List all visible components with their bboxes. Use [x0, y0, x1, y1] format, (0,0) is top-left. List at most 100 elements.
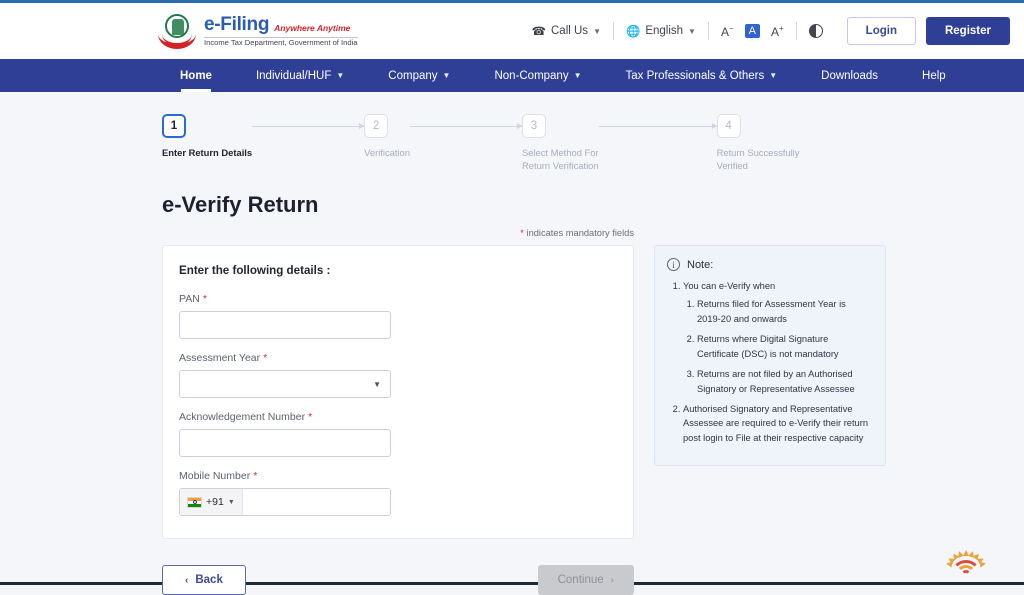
- note-subitem: Returns filed for Assessment Year is 201…: [697, 297, 871, 327]
- aadhaar-logo-icon: [944, 549, 988, 583]
- assessment-year-select[interactable]: ▼: [179, 370, 391, 399]
- stepper-step-2: 2 Verification: [364, 114, 410, 160]
- step-number-badge: 1: [162, 114, 186, 138]
- nav-item-label: Help: [922, 69, 946, 82]
- page-content: 1 Enter Return Details 2 Verification 3 Selec…: [0, 92, 1024, 595]
- step-label: Return Successfully Verified: [716, 147, 800, 171]
- nav-item-home[interactable]: Home: [158, 59, 234, 92]
- chevron-down-icon: ▼: [373, 379, 381, 389]
- call-us-label: Call Us: [551, 25, 589, 37]
- note-item: You can e-Verify when Returns filed for A…: [683, 279, 871, 396]
- mobile-number-input[interactable]: [242, 489, 390, 516]
- contrast-toggle[interactable]: [797, 24, 835, 38]
- note-list: You can e-Verify when Returns filed for A…: [667, 279, 871, 446]
- nav-item-tax-professionals-others[interactable]: Tax Professionals & Others ▼: [604, 59, 800, 92]
- step-number-badge: 3: [521, 114, 546, 138]
- brand-department: Income Tax Department, Government of Ind…: [204, 36, 358, 48]
- chevron-down-icon: ▼: [336, 71, 345, 80]
- note-subitem: Returns where Digital Signature Certific…: [697, 332, 871, 362]
- contrast-icon: [808, 24, 823, 38]
- brand-title: e-Filing: [204, 13, 270, 35]
- main-navigation: Home Individual/HUF ▼ Company ▼ Non-Company ▼ T…: [0, 59, 1024, 92]
- assessment-year-field: Assessment Year * ▼: [179, 352, 617, 399]
- mobile-number-input-group: +91 ▼: [179, 488, 391, 517]
- step-connector: [598, 123, 717, 129]
- login-button[interactable]: Login: [846, 17, 916, 45]
- back-button[interactable]: ‹ Back: [162, 565, 246, 595]
- continue-button[interactable]: Continue ›: [537, 565, 634, 595]
- step-connector: [252, 123, 365, 129]
- country-code-selector[interactable]: +91 ▼: [180, 489, 243, 516]
- return-details-form: Enter the following details : PAN * Asses…: [162, 245, 634, 540]
- mandatory-note-text: indicates mandatory fields: [526, 228, 635, 239]
- note-sublist: Returns filed for Assessment Year is 201…: [683, 297, 871, 396]
- note-item-text: You can e-Verify when: [683, 281, 776, 292]
- step-number-badge: 4: [716, 114, 741, 138]
- font-decrease-button[interactable]: A−: [721, 24, 734, 39]
- step-label: Enter Return Details: [162, 147, 253, 158]
- required-asterisk: *: [253, 470, 258, 483]
- info-icon: i: [667, 258, 680, 272]
- brand-tagline: Anywhere Anytime: [274, 22, 351, 33]
- nav-item-individual-huf[interactable]: Individual/HUF ▼: [234, 59, 366, 92]
- font-normal-button[interactable]: A: [744, 24, 760, 38]
- stepper-step-1: 1 Enter Return Details: [162, 114, 252, 160]
- site-logo[interactable]: e-Filing Anywhere Anytime Income Tax Dep…: [158, 12, 358, 50]
- nav-item-help[interactable]: Help: [900, 59, 968, 92]
- font-increase-button[interactable]: A+: [771, 24, 784, 39]
- stepper-segment: 4 Return Successfully Verified: [716, 114, 800, 172]
- nav-item-label: Home: [180, 69, 212, 82]
- nav-item-label: Individual/HUF: [255, 69, 332, 82]
- nav-item-label: Downloads: [821, 69, 879, 82]
- pan-input[interactable]: [179, 311, 391, 340]
- stepper-segment: 3 Select Method For Return Verification: [521, 114, 717, 172]
- step-label: Select Method For Return Verification: [521, 147, 599, 171]
- stepper-step-3: 3 Select Method For Return Verification: [521, 114, 599, 172]
- stepper-segment: 2 Verification: [364, 114, 522, 160]
- note-title: Note:: [687, 258, 714, 271]
- country-code-value: +91: [206, 496, 224, 509]
- pan-field: PAN *: [179, 293, 617, 340]
- stepper-segment: 1 Enter Return Details: [162, 114, 365, 160]
- chevron-down-icon: ▼: [769, 71, 778, 80]
- site-header: e-Filing Anywhere Anytime Income Tax Dep…: [0, 3, 1024, 59]
- assessment-year-label: Assessment Year *: [179, 352, 268, 365]
- header-utilities: ☎ Call Us ▼ 🌐 English ▼ A− A A+ Login Re…: [520, 17, 1010, 45]
- globe-icon: 🌐: [625, 26, 641, 38]
- acknowledgement-number-label: Acknowledgement Number *: [179, 411, 313, 424]
- font-size-controls: A− A A+: [709, 24, 796, 39]
- language-dropdown[interactable]: 🌐 English ▼: [614, 24, 708, 38]
- nav-item-label: Non-Company: [494, 69, 569, 82]
- form-heading: Enter the following details :: [179, 264, 331, 278]
- step-label: Verification: [364, 147, 410, 158]
- required-asterisk: *: [520, 228, 524, 239]
- mandatory-fields-note: * indicates mandatory fields: [162, 228, 634, 238]
- note-header: i Note:: [667, 258, 871, 272]
- note-item: Authorised Signatory and Representative …: [683, 402, 871, 447]
- chevron-down-icon: ▼: [227, 498, 235, 506]
- page-root: e-Filing Anywhere Anytime Income Tax Dep…: [0, 3, 1024, 595]
- chevron-down-icon: ▼: [593, 26, 601, 36]
- nav-item-label: Tax Professionals & Others: [625, 69, 765, 82]
- pan-label: PAN *: [179, 293, 207, 306]
- chevron-down-icon: ▼: [688, 26, 696, 36]
- nav-item-label: Company: [388, 69, 438, 82]
- nav-item-downloads[interactable]: Downloads: [799, 59, 900, 92]
- step-number-badge: 2: [364, 114, 389, 138]
- chevron-down-icon: ▼: [442, 71, 451, 80]
- nav-item-non-company[interactable]: Non-Company ▼: [472, 59, 603, 92]
- note-item-text: Authorised Signatory and Representative …: [683, 403, 868, 444]
- chevron-left-icon: ‹: [185, 574, 189, 586]
- form-actions: ‹ Back Continue ›: [162, 565, 634, 595]
- required-asterisk: *: [263, 352, 268, 365]
- stepper-step-4: 4 Return Successfully Verified: [716, 114, 800, 172]
- call-us-dropdown[interactable]: ☎ Call Us ▼: [520, 24, 613, 38]
- acknowledgement-number-field: Acknowledgement Number *: [179, 411, 617, 458]
- acknowledgement-number-input[interactable]: [179, 429, 391, 458]
- content-columns: Enter the following details : PAN * Asses…: [162, 245, 1024, 540]
- chevron-down-icon: ▼: [573, 71, 582, 80]
- language-label: English: [645, 25, 684, 37]
- register-button[interactable]: Register: [925, 17, 1010, 45]
- brand-text: e-Filing Anywhere Anytime Income Tax Dep…: [204, 13, 358, 48]
- nav-item-company[interactable]: Company ▼: [366, 59, 472, 92]
